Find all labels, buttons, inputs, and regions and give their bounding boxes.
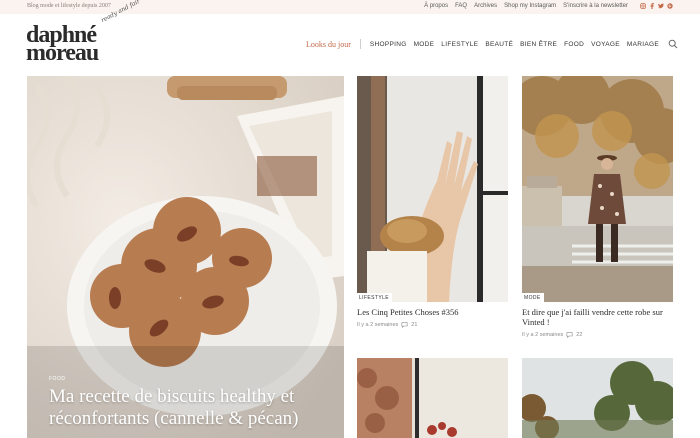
logo-line-2: moreau (26, 40, 99, 66)
post-1-time: Il y a 2 semaines (357, 322, 399, 328)
top-link-a-propos[interactable]: À propos (424, 3, 448, 9)
tagline: Blog mode et lifestyle depuis 2007 (27, 3, 111, 9)
main-nav: Looks du jour SHOPPING MODE LIFESTYLE BE… (306, 39, 678, 49)
post-2-category-badge[interactable]: MODE (522, 293, 544, 302)
site-logo[interactable]: daphné moreau ready and fair (26, 0, 141, 66)
post-1-comments[interactable]: 21 (411, 322, 417, 328)
comment-icon (401, 322, 408, 328)
top-links: À propos FAQ Archives Shop my Instagram … (424, 3, 628, 9)
nav-looks-du-jour[interactable]: Looks du jour (306, 40, 351, 49)
top-link-faq[interactable]: FAQ (455, 3, 467, 9)
nav-item-mariage[interactable]: MARIAGE (627, 41, 659, 48)
post-1-image (357, 76, 508, 302)
post-1-category-badge[interactable]: LIFESTYLE (357, 293, 392, 302)
nav-item-shopping[interactable]: SHOPPING (370, 41, 407, 48)
nav-item-mode[interactable]: MODE (414, 41, 435, 48)
instagram-icon[interactable] (640, 3, 646, 12)
post-card-3[interactable] (357, 358, 508, 438)
post-1-meta: Il y a 2 semaines 21 (357, 322, 417, 328)
post-4-image (522, 358, 673, 438)
post-card-4[interactable] (522, 358, 673, 438)
hero-post-card[interactable]: FOOD Ma recette de biscuits healthy et r… (27, 76, 344, 438)
nav-item-lifestyle[interactable]: LIFESTYLE (441, 41, 478, 48)
nav-item-voyage[interactable]: VOYAGE (591, 41, 620, 48)
post-card-2[interactable]: MODE (522, 76, 673, 302)
social-links (640, 3, 673, 12)
top-link-shop-instagram[interactable]: Shop my Instagram (504, 3, 556, 9)
post-2-comments[interactable]: 22 (576, 332, 582, 338)
top-link-archives[interactable]: Archives (474, 3, 497, 9)
nav-item-beaute[interactable]: BEAUTÉ (485, 41, 513, 48)
facebook-icon[interactable] (649, 3, 655, 12)
top-bar: Blog mode et lifestyle depuis 2007 À pro… (0, 0, 700, 14)
post-3-image (357, 358, 508, 438)
top-link-newsletter[interactable]: S'inscrire à la newsletter (563, 3, 628, 9)
nav-item-bien-etre[interactable]: BIEN ÊTRE (520, 41, 557, 48)
twitter-icon[interactable] (658, 3, 664, 12)
hero-title[interactable]: Ma recette de biscuits healthy et réconf… (49, 386, 329, 430)
hero-post-image (27, 76, 344, 438)
nav-divider (359, 39, 361, 49)
post-1-title[interactable]: Les Cinq Petites Choses #356 (357, 307, 508, 317)
post-2-image (522, 76, 673, 302)
pinterest-icon[interactable] (667, 3, 673, 12)
hero-category[interactable]: FOOD (49, 376, 65, 382)
post-card-1[interactable]: LIFESTYLE (357, 76, 508, 302)
post-2-title[interactable]: Et dire que j'ai failli vendre cette rob… (522, 307, 673, 327)
post-2-meta: Il y a 2 semaines 22 (522, 332, 582, 338)
search-icon[interactable] (668, 39, 678, 49)
comment-icon (566, 332, 573, 338)
nav-item-food[interactable]: FOOD (564, 41, 584, 48)
post-2-time: Il y a 2 semaines (522, 332, 564, 338)
